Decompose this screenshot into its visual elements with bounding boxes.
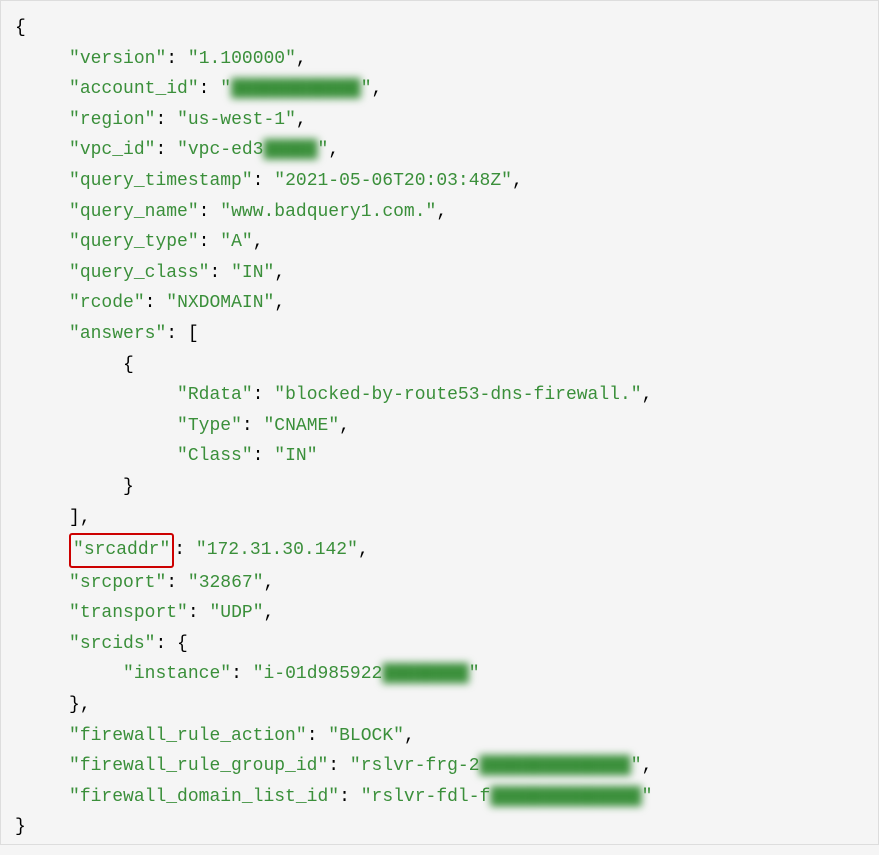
key-version: "version" [69,49,166,69]
key-type: "Type" [177,416,242,436]
val-version: "1.100000" [188,49,296,69]
val-account-id: "████████████" [220,79,371,99]
val-vpc-id: "vpc-ed3█████" [177,140,328,160]
highlighted-key-srcaddr: "srcaddr" [69,533,174,568]
val-query-class: "IN" [231,263,274,283]
val-transport: "UDP" [209,603,263,623]
key-vpc-id: "vpc_id" [69,140,155,160]
blurred-text: █████ [264,140,318,160]
key-query-name: "query_name" [69,202,199,222]
key-firewall-rule-action: "firewall_rule_action" [69,726,307,746]
json-code-block: { "version": "1.100000", "account_id": "… [1,1,878,855]
key-firewall-rule-group-id: "firewall_rule_group_id" [69,756,328,776]
key-region: "region" [69,110,155,130]
val-firewall-rule-group-id: "rslvr-frg-2██████████████" [350,756,642,776]
val-srcaddr: "172.31.30.142" [196,540,358,560]
blurred-text: ██████████████ [490,787,641,807]
val-class: "IN" [274,446,317,466]
key-srcids: "srcids" [69,634,155,654]
key-srcport: "srcport" [69,573,166,593]
val-firewall-rule-action: "BLOCK" [328,726,404,746]
val-instance: "i-01d985922████████" [253,664,480,684]
blurred-text: ████████ [382,664,468,684]
key-rcode: "rcode" [69,293,145,313]
key-account-id: "account_id" [69,79,199,99]
val-rcode: "NXDOMAIN" [166,293,274,313]
key-answers: "answers" [69,324,166,344]
val-query-type: "A" [220,232,252,252]
key-query-timestamp: "query_timestamp" [69,171,253,191]
key-transport: "transport" [69,603,188,623]
key-query-class: "query_class" [69,263,209,283]
val-firewall-domain-list-id: "rslvr-fdl-f██████████████" [361,787,653,807]
key-query-type: "query_type" [69,232,199,252]
val-srcport: "32867" [188,573,264,593]
val-type: "CNAME" [263,416,339,436]
key-firewall-domain-list-id: "firewall_domain_list_id" [69,787,339,807]
key-instance: "instance" [123,664,231,684]
val-rdata: "blocked-by-route53-dns-firewall." [274,385,641,405]
val-query-name: "www.badquery1.com." [220,202,436,222]
key-rdata: "Rdata" [177,385,253,405]
val-region: "us-west-1" [177,110,296,130]
val-query-timestamp: "2021-05-06T20:03:48Z" [274,171,512,191]
blurred-text: ██████████████ [480,756,631,776]
key-class: "Class" [177,446,253,466]
blurred-text: ████████████ [231,79,361,99]
